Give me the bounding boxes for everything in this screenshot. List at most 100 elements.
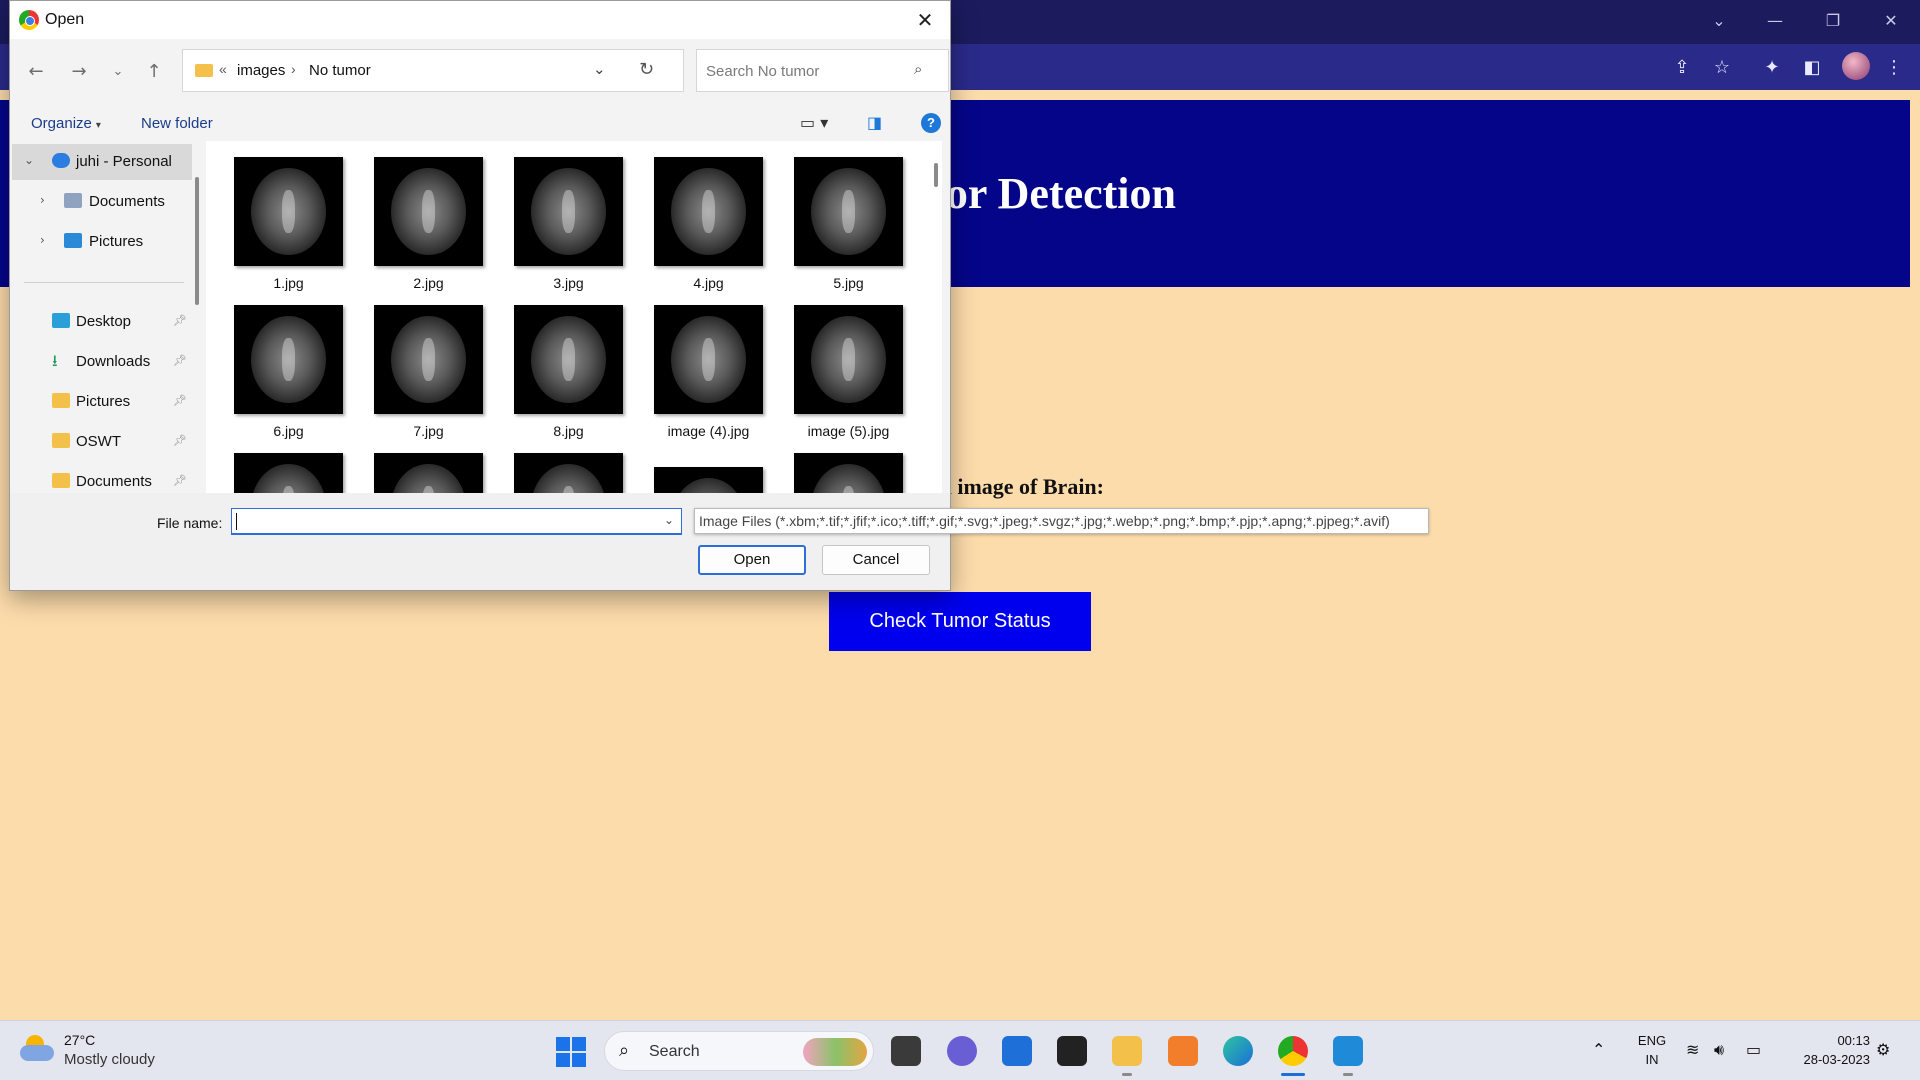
side-panel-icon[interactable]: ◧ (1800, 56, 1824, 80)
window-close-button[interactable]: ✕ (1868, 6, 1914, 36)
battery-icon[interactable]: ▭ (1746, 1040, 1761, 1059)
file-tile[interactable]: 3.jpg (496, 141, 626, 291)
file-tile[interactable]: 2.jpg (356, 141, 486, 291)
edge-icon[interactable] (1223, 1036, 1253, 1066)
notification-icon[interactable]: ⚙ (1876, 1040, 1890, 1059)
file-tile[interactable]: 7.jpg (356, 289, 486, 439)
lang-region: IN (1645, 1052, 1659, 1067)
up-arrow-icon[interactable]: ↑ (141, 59, 167, 85)
mri-thumbnail (654, 157, 763, 266)
file-tile[interactable] (776, 437, 906, 493)
chevron-right-icon[interactable]: › (40, 193, 45, 207)
volume-icon[interactable]: 🔊︎ (1714, 1040, 1724, 1060)
system-clock[interactable]: 00:13 28-03-2023 (1780, 1031, 1871, 1069)
file-tile[interactable]: image (4).jpg (636, 289, 766, 439)
caret-down-icon: ▾ (95, 120, 101, 131)
chevron-down-icon[interactable]: ⌄ (664, 513, 674, 527)
file-tile[interactable]: 1.jpg (216, 141, 346, 291)
file-tile[interactable] (496, 437, 626, 493)
microsoft-store-icon[interactable] (1002, 1036, 1032, 1066)
new-folder-button[interactable]: New folder (141, 115, 213, 132)
back-arrow-icon[interactable]: ← (23, 59, 49, 85)
file-grid-scrollbar[interactable] (934, 163, 938, 187)
nav-item-oswt[interactable]: OSWT 📌︎ (12, 424, 192, 460)
browser-menu-icon[interactable]: ⋮ (1882, 56, 1906, 80)
taskbar-search[interactable]: ⌕ Search (604, 1031, 874, 1071)
nav-item-desktop[interactable]: Desktop 📌︎ (12, 304, 192, 340)
chrome-icon[interactable] (1278, 1036, 1308, 1066)
file-tile[interactable]: 5.jpg (776, 141, 906, 291)
xampp-icon[interactable] (1168, 1036, 1198, 1066)
search-placeholder: Search No tumor (706, 63, 820, 80)
bookmark-star-icon[interactable]: ☆ (1710, 56, 1734, 80)
minimize-button[interactable]: — (1752, 6, 1798, 36)
recent-locations-chevron-icon[interactable]: ⌄ (105, 59, 131, 85)
task-view-icon[interactable] (891, 1036, 921, 1066)
breadcrumb-images[interactable]: images (237, 62, 285, 79)
terminal-icon[interactable] (1057, 1036, 1087, 1066)
forward-arrow-icon[interactable]: → (66, 59, 92, 85)
view-options-icon[interactable]: ▭ ▾ (800, 113, 828, 132)
open-button[interactable]: Open (698, 545, 806, 575)
address-dropdown-icon[interactable]: ⌄ (593, 60, 606, 78)
restore-button[interactable]: ❐ (1810, 6, 1856, 36)
pin-icon[interactable]: 📌︎ (173, 394, 187, 407)
address-bar[interactable]: « images › No tumor ⌄ ↻ (182, 49, 684, 92)
search-input[interactable]: Search No tumor ⌕ (696, 49, 949, 92)
file-explorer-icon[interactable] (1112, 1036, 1142, 1066)
check-tumor-status-button[interactable]: Check Tumor Status (829, 592, 1091, 651)
extensions-icon[interactable]: ✦ (1760, 56, 1784, 80)
chevron-down-icon[interactable]: ⌄ (24, 153, 34, 167)
nav-item-onedrive[interactable]: ⌄ juhi - Personal (12, 144, 192, 180)
file-tile[interactable] (356, 437, 486, 493)
active-indicator (1281, 1073, 1305, 1076)
refresh-icon[interactable]: ↻ (639, 59, 654, 80)
chevron-right-icon[interactable]: › (40, 233, 45, 247)
pin-icon[interactable]: 📌︎ (173, 474, 187, 487)
nav-item-documents[interactable]: › Documents (12, 184, 192, 220)
nav-scrollbar[interactable] (195, 177, 199, 305)
file-tile[interactable]: image (5).jpg (776, 289, 906, 439)
wifi-icon[interactable]: ≋ (1686, 1040, 1699, 1059)
tab-search-chevron-icon[interactable]: ⌄ (1696, 6, 1742, 36)
partly-cloudy-icon[interactable] (20, 1035, 54, 1063)
pin-icon[interactable]: 📌︎ (173, 354, 187, 367)
file-tile[interactable]: 4.jpg (636, 141, 766, 291)
file-tile[interactable]: 8.jpg (496, 289, 626, 439)
pin-icon[interactable]: 📌︎ (173, 314, 187, 327)
file-tile[interactable]: 6.jpg (216, 289, 346, 439)
pictures-icon (64, 233, 82, 248)
nav-item-pictures-quick[interactable]: Pictures 📌︎ (12, 384, 192, 420)
cancel-button[interactable]: Cancel (822, 545, 930, 575)
show-hidden-icons-chevron-icon[interactable]: ⌃ (1592, 1040, 1605, 1059)
vscode-icon[interactable] (1333, 1036, 1363, 1066)
mri-thumbnail (514, 305, 623, 414)
dialog-title-bar: Open ✕ (10, 1, 950, 39)
mri-thumbnail (374, 453, 483, 493)
nav-item-downloads[interactable]: ⭳ Downloads 📌︎ (12, 344, 192, 380)
file-tile[interactable] (216, 437, 346, 493)
weather-temperature[interactable]: 27°C (64, 1032, 95, 1048)
file-name-label: File name: (157, 515, 223, 531)
mri-thumbnail (234, 453, 343, 493)
breadcrumb-overflow[interactable]: « (219, 61, 227, 77)
file-name-input[interactable]: ⌄ (231, 508, 682, 535)
windows-start-icon[interactable] (556, 1037, 586, 1067)
preview-pane-icon[interactable]: ◨ (867, 113, 882, 132)
mri-thumbnail (654, 467, 763, 493)
mri-thumbnail (234, 305, 343, 414)
input-language[interactable]: ENG IN (1636, 1031, 1668, 1069)
pin-icon[interactable]: 📌︎ (173, 434, 187, 447)
breadcrumb-no-tumor[interactable]: No tumor (309, 62, 371, 79)
share-icon[interactable]: ⇪ (1670, 56, 1694, 80)
nav-item-pictures[interactable]: › Pictures (12, 224, 192, 260)
file-type-select[interactable]: Image Files (*.xbm;*.tif;*.jfif;*.ico;*.… (694, 508, 1429, 534)
weather-description[interactable]: Mostly cloudy (64, 1051, 155, 1068)
nav-item-documents-quick[interactable]: Documents 📌︎ (12, 464, 192, 493)
close-icon[interactable]: ✕ (910, 6, 940, 34)
help-icon[interactable]: ? (921, 113, 941, 133)
organize-button[interactable]: Organize ▾ (31, 115, 101, 132)
profile-avatar[interactable] (1842, 52, 1870, 80)
teams-chat-icon[interactable] (947, 1036, 977, 1066)
file-tile[interactable] (636, 451, 766, 493)
